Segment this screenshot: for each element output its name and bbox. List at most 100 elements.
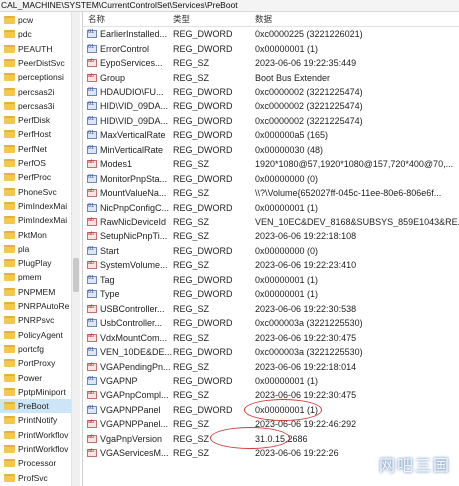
tree-item-label: pla xyxy=(18,243,30,254)
value-row[interactable]: SystemVolume...REG_SZ2023-06-06 19:22:23… xyxy=(83,258,459,272)
tree-item-label: PEAUTH xyxy=(18,43,53,54)
tree-item[interactable]: Processor xyxy=(0,456,78,470)
value-row[interactable]: Modes1REG_SZ1920*1080@57,1920*1080@157,7… xyxy=(83,157,459,171)
column-header-data[interactable]: 数据 xyxy=(255,12,272,26)
value-row[interactable]: UsbController...REG_DWORD0xc000003a (322… xyxy=(83,316,459,330)
value-row[interactable]: VGAPendingPn...REG_SZ2023-06-06 19:22:18… xyxy=(83,359,459,373)
tree-item-label: PolicyAgent xyxy=(18,329,63,340)
folder-icon xyxy=(4,273,15,282)
tree-item[interactable]: PptpMiniport xyxy=(0,385,78,399)
tree-item-label: PimIndexMai xyxy=(18,200,68,211)
tree-item[interactable]: PEAUTH xyxy=(0,42,78,56)
tree-item-label: PortProxy xyxy=(18,358,56,369)
tree-item[interactable]: PerfProc xyxy=(0,170,78,184)
value-row[interactable]: RawNicDeviceIdREG_SZVEN_10EC&DEV_8168&SU… xyxy=(83,215,459,229)
tree-item[interactable]: PortProxy xyxy=(0,356,78,370)
tree-item[interactable]: Power xyxy=(0,371,78,385)
tree-item-label: percsas3i xyxy=(18,100,55,111)
value-row[interactable]: StartREG_DWORD0x00000000 (0) xyxy=(83,244,459,258)
tree-item[interactable]: PerfDisk xyxy=(0,113,78,127)
value-data: 0xc0000002 (3221225474) xyxy=(255,86,363,97)
column-header-type[interactable]: 类型 xyxy=(173,12,190,26)
value-data: 0xc0000225 (3221226021) xyxy=(255,29,363,40)
tree-item[interactable]: PrintWorkflov xyxy=(0,442,78,456)
watermark: 网吧三国 xyxy=(378,456,451,475)
tree-item[interactable]: PrintWorkflov xyxy=(0,428,78,442)
tree-item[interactable]: percsas2i xyxy=(0,85,78,99)
value-row[interactable]: VdxMountCom...REG_SZ2023-06-06 19:22:30:… xyxy=(83,330,459,344)
value-row[interactable]: USBController...REG_SZ2023-06-06 19:22:3… xyxy=(83,302,459,316)
value-row[interactable]: VEN_10DE&DE...REG_DWORD0xc000003a (32212… xyxy=(83,345,459,359)
value-data: \\?\Volume{652027ff-045c-11ee-80e6-806e6… xyxy=(255,188,442,199)
value-type: REG_SZ xyxy=(173,361,210,372)
value-data: 0x00000030 (48) xyxy=(255,144,324,155)
string-value-icon xyxy=(87,304,97,313)
value-type: REG_DWORD xyxy=(173,289,233,300)
tree-item[interactable]: percsas3i xyxy=(0,99,78,113)
tree-item-label: PktMon xyxy=(18,229,47,240)
value-row[interactable]: EypoServices...REG_SZ2023-06-06 19:22:35… xyxy=(83,56,459,70)
tree-item[interactable]: PolicyAgent xyxy=(0,328,78,342)
tree-item[interactable]: PeerDistSvc xyxy=(0,56,78,70)
tree-item[interactable]: PhoneSvc xyxy=(0,185,78,199)
folder-icon xyxy=(4,330,15,339)
value-type: REG_DWORD xyxy=(173,245,233,256)
folder-icon xyxy=(4,201,15,210)
value-type: REG_SZ xyxy=(173,448,210,459)
value-type: REG_SZ xyxy=(173,159,210,170)
value-row[interactable]: MaxVerticalRateREG_DWORD0x000000a5 (165) xyxy=(83,128,459,142)
dword-value-icon xyxy=(87,145,97,154)
tree-item[interactable]: pcw xyxy=(0,13,78,27)
folder-icon xyxy=(4,244,15,253)
value-row[interactable]: EarlierInstalled...REG_DWORD0xc0000225 (… xyxy=(83,27,459,41)
tree-item[interactable]: pmem xyxy=(0,270,78,284)
folder-icon xyxy=(4,259,15,268)
tree-item-label: PerfHost xyxy=(18,129,52,140)
column-header-name[interactable]: 名称 xyxy=(88,12,105,26)
tree-scrollbar-thumb[interactable] xyxy=(73,258,79,292)
tree-item[interactable]: PNPMEM xyxy=(0,285,78,299)
tree-item[interactable]: PlugPlay xyxy=(0,256,78,270)
folder-icon xyxy=(4,402,15,411)
value-type: REG_SZ xyxy=(173,260,210,271)
value-row[interactable]: TagREG_DWORD0x00000001 (1) xyxy=(83,273,459,287)
tree-item[interactable]: PimIndexMai xyxy=(0,213,78,227)
string-value-icon xyxy=(87,419,97,429)
dword-value-icon xyxy=(87,376,97,385)
value-row[interactable]: MinVerticalRateREG_DWORD0x00000030 (48) xyxy=(83,143,459,157)
value-row[interactable]: ErrorControlREG_DWORD0x00000001 (1) xyxy=(83,41,459,55)
value-row[interactable]: TypeREG_DWORD0x00000001 (1) xyxy=(83,287,459,301)
tree-item[interactable]: PktMon xyxy=(0,228,78,242)
folder-icon xyxy=(4,30,15,39)
tree-item[interactable]: PerfOS xyxy=(0,156,78,170)
tree-item[interactable]: PNRPsvc xyxy=(0,313,78,327)
tree-item[interactable]: PimIndexMai xyxy=(0,199,78,213)
value-type: REG_SZ xyxy=(173,390,210,401)
address-bar[interactable]: CAL_MACHINE\SYSTEM\CurrentControlSet\Ser… xyxy=(0,0,459,12)
tree-scrollbar[interactable] xyxy=(71,12,80,486)
value-row[interactable]: GroupREG_SZBoot Bus Extender xyxy=(83,70,459,84)
value-row[interactable]: VGAPNPREG_DWORD0x00000001 (1) xyxy=(83,374,459,388)
dword-value-icon xyxy=(87,101,97,111)
string-value-icon xyxy=(87,260,97,270)
registry-path: CAL_MACHINE\SYSTEM\CurrentControlSet\Ser… xyxy=(1,0,238,10)
tree-item[interactable]: PerfHost xyxy=(0,127,78,141)
value-row[interactable]: MountValueNa...REG_SZ\\?\Volume{652027ff… xyxy=(83,186,459,200)
value-row[interactable]: HID\VID_09DA...REG_DWORD0xc0000002 (3221… xyxy=(83,99,459,113)
tree-item[interactable]: PreBoot xyxy=(0,399,78,414)
value-row[interactable]: MonitorPnpSta...REG_DWORD0x00000000 (0) xyxy=(83,172,459,186)
tree-item[interactable]: pla xyxy=(0,242,78,256)
tree-item[interactable]: portcfg xyxy=(0,342,78,356)
value-row[interactable]: HID\VID_09DA...REG_DWORD0xc0000002 (3221… xyxy=(83,114,459,128)
value-row[interactable]: NicPnpConfigC...REG_DWORD0x00000001 (1) xyxy=(83,200,459,214)
tree-item[interactable]: PNRPAutoRe xyxy=(0,299,78,313)
value-row[interactable]: SetupNicPnpTi...REG_SZ2023-06-06 19:22:1… xyxy=(83,229,459,243)
tree-item[interactable]: PerfNet xyxy=(0,142,78,156)
tree-item[interactable]: PrintNotify xyxy=(0,413,78,427)
tree-item[interactable]: pdc xyxy=(0,27,78,41)
value-data: 0x00000001 (1) xyxy=(255,274,319,285)
value-row[interactable]: HDAUDIO\FU...REG_DWORD0xc0000002 (322122… xyxy=(83,85,459,99)
tree-item[interactable]: ProfSvc xyxy=(0,471,78,485)
value-type: REG_DWORD xyxy=(173,173,233,184)
tree-item[interactable]: perceptionsi xyxy=(0,70,78,84)
